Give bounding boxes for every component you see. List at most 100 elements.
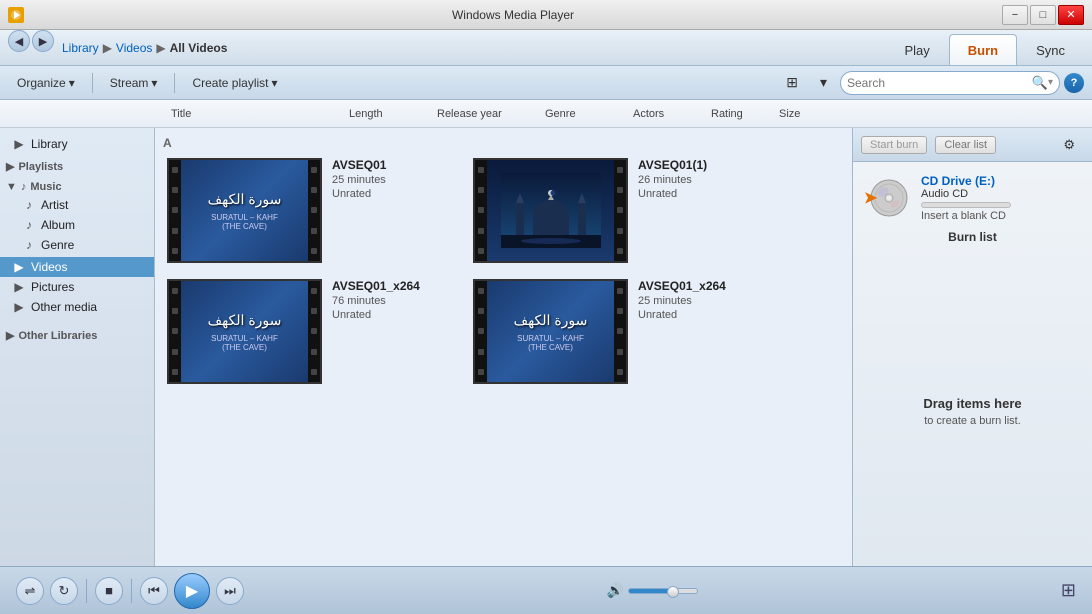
back-button[interactable]: ◀	[8, 30, 30, 52]
burn-panel: Start burn Clear list ⚙	[852, 128, 1092, 566]
forward-button[interactable]: ▶	[32, 30, 54, 52]
music-icon: ♪	[21, 181, 27, 193]
sidebar: ▶ Library ▶ Playlists ▼ ♪ Music ♪ Artist…	[0, 128, 155, 566]
sidebar-section-library: ▶ Library	[0, 134, 154, 154]
thumb-sub-1: SURATUL – KAHF(THE CAVE)	[211, 213, 278, 231]
maximize-button[interactable]: □	[1030, 5, 1056, 25]
thumb-content-3: سورة الكهف SURATUL – KAHF(THE CAVE)	[181, 281, 308, 382]
organize-button[interactable]: Organize ▾	[8, 72, 84, 94]
col-actors[interactable]: Actors	[633, 108, 703, 120]
film-strip-left-2	[475, 160, 487, 261]
sidebar-item-videos[interactable]: ▶ Videos	[0, 257, 154, 277]
app-icon	[8, 7, 24, 23]
video-rating-1: Unrated	[332, 188, 457, 200]
col-release-year[interactable]: Release year	[437, 108, 537, 120]
volume-icon[interactable]: 🔊	[607, 582, 624, 599]
album-icon: ♪	[22, 218, 36, 232]
shuffle-button[interactable]: ⇌	[16, 577, 44, 605]
col-genre[interactable]: Genre	[545, 108, 625, 120]
video-title-4: AVSEQ01_x264	[638, 279, 763, 293]
breadcrumb-library[interactable]: Library	[62, 41, 99, 55]
video-item-avseq01-x264-2[interactable]: سورة الكهف SURATUL – KAHF(THE CAVE) AVSE…	[473, 279, 763, 384]
clear-list-button[interactable]: Clear list	[935, 136, 996, 154]
video-info-3: AVSEQ01_x264 76 minutes Unrated	[332, 279, 457, 321]
sidebar-item-other-media[interactable]: ▶ Other media	[0, 297, 154, 317]
search-icon[interactable]: 🔍	[1032, 75, 1048, 91]
tab-play[interactable]: Play	[885, 34, 948, 65]
video-thumb-2[interactable]	[473, 158, 628, 263]
prev-button[interactable]: ⏮	[140, 577, 168, 605]
sidebar-playlists-header[interactable]: ▶ Playlists	[0, 156, 154, 175]
film-strip-right-1	[308, 160, 320, 261]
help-button[interactable]: ?	[1064, 73, 1084, 93]
sidebar-album-label: Album	[41, 218, 75, 232]
play-button[interactable]: ▶	[174, 573, 210, 609]
col-size[interactable]: Size	[779, 108, 829, 120]
close-button[interactable]: ✕	[1058, 5, 1084, 25]
minimize-button[interactable]: −	[1002, 5, 1028, 25]
video-info-1: AVSEQ01 25 minutes Unrated	[332, 158, 457, 200]
volume-slider[interactable]	[628, 588, 698, 594]
search-dropdown-icon[interactable]: ▾	[1048, 77, 1053, 88]
video-info-2: AVSEQ01(1) 26 minutes Unrated	[638, 158, 763, 200]
video-thumb-3[interactable]: سورة الكهف SURATUL – KAHF(THE CAVE)	[167, 279, 322, 384]
video-thumb-1[interactable]: سورة الكهف SURATUL – KAHF(THE CAVE)	[167, 158, 322, 263]
create-playlist-button[interactable]: Create playlist ▾	[183, 72, 286, 94]
video-thumb-4[interactable]: سورة الكهف SURATUL – KAHF(THE CAVE)	[473, 279, 628, 384]
col-title[interactable]: Title	[171, 108, 341, 120]
view-switch-button[interactable]: ⊞	[777, 70, 807, 95]
tab-sync[interactable]: Sync	[1017, 34, 1084, 65]
cd-drive-label[interactable]: CD Drive (E:)	[921, 174, 1080, 188]
sidebar-genre-label: Genre	[41, 238, 74, 252]
video-item-avseq01[interactable]: سورة الكهف SURATUL – KAHF(THE CAVE) AVSE…	[167, 158, 457, 263]
col-rating[interactable]: Rating	[711, 108, 771, 120]
search-input[interactable]	[847, 76, 1032, 90]
stream-dropdown-icon[interactable]: ▾	[151, 76, 157, 90]
sep1	[92, 73, 93, 93]
sidebar-library-label: Library	[31, 137, 68, 151]
sidebar-item-artist[interactable]: ♪ Artist	[0, 195, 154, 215]
sidebar-music-header[interactable]: ▼ ♪ Music	[0, 177, 154, 195]
view-switch-dropdown[interactable]: ▾	[811, 70, 836, 95]
film-strip-right-2	[614, 160, 626, 261]
other-libraries-label: Other Libraries	[18, 330, 97, 342]
thumb-content-4: سورة الكهف SURATUL – KAHF(THE CAVE)	[487, 281, 614, 382]
window-title: Windows Media Player	[24, 8, 1002, 22]
sidebar-item-album[interactable]: ♪ Album	[0, 215, 154, 235]
video-grid: سورة الكهف SURATUL – KAHF(THE CAVE) AVSE…	[163, 154, 844, 388]
start-burn-button[interactable]: Start burn	[861, 136, 927, 154]
thumb-content-2	[487, 160, 614, 261]
sidebar-other-media-label: Other media	[31, 300, 97, 314]
stream-button[interactable]: Stream ▾	[101, 72, 167, 94]
burn-toolbar: Start burn Clear list ⚙	[853, 128, 1092, 162]
video-duration-1: 25 minutes	[332, 174, 457, 186]
column-headers: Title Length Release year Genre Actors R…	[0, 100, 1092, 128]
burn-options-button[interactable]: ⚙	[1054, 133, 1084, 157]
tab-burn[interactable]: Burn	[949, 34, 1017, 65]
repeat-button[interactable]: ↻	[50, 577, 78, 605]
cd-progress	[921, 202, 1011, 208]
create-playlist-dropdown-icon[interactable]: ▾	[271, 76, 277, 90]
sidebar-section-music: ▼ ♪ Music ♪ Artist ♪ Album ♪ Genre	[0, 177, 154, 255]
col-length[interactable]: Length	[349, 108, 429, 120]
burn-list-label: Burn list	[865, 230, 1080, 244]
burn-drop-area[interactable]: Drag items here to create a burn list.	[853, 256, 1092, 566]
next-icon: ⏭	[224, 583, 236, 599]
stream-label: Stream	[110, 76, 149, 90]
stop-button[interactable]: ■	[95, 577, 123, 605]
breadcrumb-videos[interactable]: Videos	[116, 41, 152, 55]
video-item-avseq01-1[interactable]: AVSEQ01(1) 26 minutes Unrated	[473, 158, 763, 263]
sidebar-item-library[interactable]: ▶ Library	[0, 134, 154, 154]
organize-dropdown-icon[interactable]: ▾	[69, 76, 75, 90]
content-area: A سورة الكهف SURATUL – KAHF(THE CAVE)	[155, 128, 852, 566]
next-button[interactable]: ⏭	[216, 577, 244, 605]
sidebar-item-pictures[interactable]: ▶ Pictures	[0, 277, 154, 297]
playlists-label: Playlists	[18, 161, 63, 173]
thumb-content-1: سورة الكهف SURATUL – KAHF(THE CAVE)	[181, 160, 308, 261]
sidebar-other-libraries-header[interactable]: ▶ Other Libraries	[0, 325, 154, 344]
mini-mode-button[interactable]: ⊞	[1061, 580, 1076, 601]
organize-label: Organize	[17, 76, 66, 90]
video-item-avseq01-x264-1[interactable]: سورة الكهف SURATUL – KAHF(THE CAVE) AVSE…	[167, 279, 457, 384]
sidebar-item-genre[interactable]: ♪ Genre	[0, 235, 154, 255]
sep2	[174, 73, 175, 93]
